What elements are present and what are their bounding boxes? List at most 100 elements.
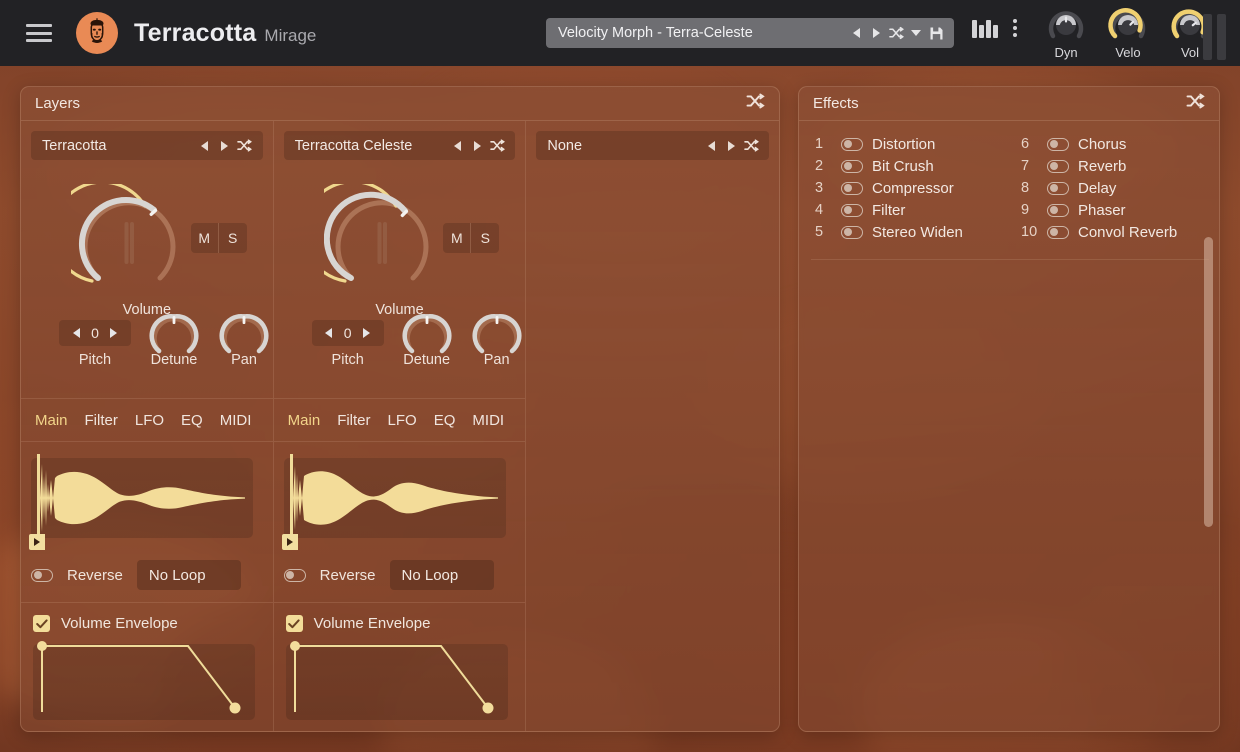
macro-knob-velo[interactable]: Velo: [1102, 4, 1154, 60]
layer-1-start-marker[interactable]: [37, 454, 40, 542]
layer-2-tab-lfo[interactable]: LFO: [388, 412, 417, 429]
preset-shuffle-icon[interactable]: [886, 22, 906, 44]
layer-1-mute-button[interactable]: M: [191, 223, 219, 253]
macro-label-velo: Velo: [1115, 45, 1140, 60]
layer-2-start-handle-icon[interactable]: [282, 534, 298, 550]
layer-1-envelope-checkbox[interactable]: [33, 615, 50, 632]
layer-2-start-marker[interactable]: [290, 454, 293, 542]
layers-shuffle-icon[interactable]: [746, 93, 765, 114]
layer-2-reverse-toggle[interactable]: [284, 569, 306, 582]
effect-2-name: Bit Crush: [872, 158, 934, 175]
preset-dropdown-icon[interactable]: [906, 22, 926, 44]
layer-2-envelope-graph[interactable]: [286, 644, 508, 720]
effect-row-convol-reverb[interactable]: 10 Convol Reverb: [1021, 221, 1203, 243]
layer-1-tab-lfo[interactable]: LFO: [135, 412, 164, 429]
effect-row-chorus[interactable]: 6 Chorus: [1021, 133, 1203, 155]
effect-row-stereo-widen[interactable]: 5 Stereo Widen: [815, 221, 997, 243]
effects-panel-title: Effects: [813, 95, 859, 112]
effect-4-number: 4: [815, 202, 832, 218]
layer-2-pitch-stepper[interactable]: 0: [312, 320, 384, 346]
preset-next-icon[interactable]: [866, 22, 886, 44]
layer-2-mute-button[interactable]: M: [443, 223, 471, 253]
layer-1-tab-eq[interactable]: EQ: [181, 412, 203, 429]
effect-2-toggle[interactable]: [841, 160, 863, 173]
keyboard-icon[interactable]: [972, 18, 998, 38]
effect-8-toggle[interactable]: [1047, 182, 1069, 195]
effect-3-toggle[interactable]: [841, 182, 863, 195]
layer-1-waveform[interactable]: [31, 458, 253, 538]
layer-3-next-icon[interactable]: [721, 135, 741, 157]
brand-subtitle: Mirage: [264, 26, 316, 46]
effect-row-reverb[interactable]: 7 Reverb: [1021, 155, 1203, 177]
layer-2-tab-filter[interactable]: Filter: [337, 412, 370, 429]
layer-1-pitch-stepper[interactable]: 0: [59, 320, 131, 346]
layer-1-solo-button[interactable]: S: [219, 223, 247, 253]
effect-5-toggle[interactable]: [841, 226, 863, 239]
layer-1-envelope-header: Volume Envelope: [33, 615, 273, 632]
effect-row-compressor[interactable]: 3 Compressor: [815, 177, 997, 199]
effect-7-toggle[interactable]: [1047, 160, 1069, 173]
layer-column-1: Terracotta: [21, 121, 274, 732]
effect-9-toggle[interactable]: [1047, 204, 1069, 217]
effects-list-body: 1 Distortion 6 Chorus 2 Bit Crush 7: [799, 121, 1219, 243]
layer-column-3: None: [526, 121, 779, 732]
layer-1-start-handle-icon[interactable]: [29, 534, 45, 550]
effects-scrollbar[interactable]: [1204, 237, 1213, 527]
layer-1-pitch-up-icon[interactable]: [104, 322, 124, 344]
layer-2-selector[interactable]: Terracotta Celeste: [284, 131, 516, 160]
layer-1-detune-label: Detune: [134, 352, 214, 368]
effect-1-toggle[interactable]: [841, 138, 863, 151]
layer-1-next-icon[interactable]: [215, 135, 235, 157]
preset-browser: Velocity Morph - Terra-Celeste: [546, 18, 954, 48]
effect-6-toggle[interactable]: [1047, 138, 1069, 151]
effects-shuffle-icon[interactable]: [1186, 93, 1205, 114]
layer-1-shuffle-icon[interactable]: [235, 135, 255, 157]
layer-2-tab-main[interactable]: Main: [288, 412, 321, 429]
layer-2-envelope-checkbox[interactable]: [286, 615, 303, 632]
preset-bar[interactable]: Velocity Morph - Terra-Celeste: [546, 18, 954, 48]
effect-row-filter[interactable]: 4 Filter: [815, 199, 997, 221]
effect-4-toggle[interactable]: [841, 204, 863, 217]
layer-2-waveform[interactable]: [284, 458, 506, 538]
macro-label-vol: Vol: [1181, 45, 1199, 60]
layer-2-volume-knob[interactable]: [324, 184, 440, 300]
effect-3-number: 3: [815, 180, 832, 196]
layer-2-next-icon[interactable]: [467, 135, 487, 157]
layer-2-volume-row: Volume M S: [274, 170, 526, 320]
layer-3-selector[interactable]: None: [536, 131, 769, 160]
layer-1-tab-midi[interactable]: MIDI: [220, 412, 252, 429]
layer-2-prev-icon[interactable]: [447, 135, 467, 157]
effect-row-phaser[interactable]: 9 Phaser: [1021, 199, 1203, 221]
effect-10-toggle[interactable]: [1047, 226, 1069, 239]
layer-1-envelope-graph[interactable]: [33, 644, 255, 720]
preset-prev-icon[interactable]: [846, 22, 866, 44]
effect-row-distortion[interactable]: 1 Distortion: [815, 133, 997, 155]
layer-1-reverse-toggle[interactable]: [31, 569, 53, 582]
hamburger-icon[interactable]: [26, 24, 52, 42]
layer-1-prev-icon[interactable]: [195, 135, 215, 157]
layer-1-tab-main[interactable]: Main: [35, 412, 68, 429]
layer-1-tab-filter[interactable]: Filter: [85, 412, 118, 429]
layer-2-pitch-up-icon[interactable]: [357, 322, 377, 344]
effect-row-bit-crush[interactable]: 2 Bit Crush: [815, 155, 997, 177]
layer-2-solo-button[interactable]: S: [471, 223, 499, 253]
effect-row-delay[interactable]: 8 Delay: [1021, 177, 1203, 199]
layer-2-pitch-down-icon[interactable]: [319, 322, 339, 344]
layer-3-shuffle-icon[interactable]: [741, 135, 761, 157]
layer-1-pitch-label: Pitch: [55, 352, 135, 368]
layer-1-loop-dropdown[interactable]: No Loop: [137, 560, 241, 590]
layer-2-tabs: Main Filter LFO EQ MIDI: [274, 398, 526, 442]
layer-3-prev-icon[interactable]: [701, 135, 721, 157]
layer-1-pitch-down-icon[interactable]: [66, 322, 86, 344]
macro-label-dyn: Dyn: [1054, 45, 1077, 60]
layer-1-volume-knob[interactable]: [71, 184, 187, 300]
layer-2-tab-midi[interactable]: MIDI: [472, 412, 504, 429]
layer-1-selector[interactable]: Terracotta: [31, 131, 263, 160]
layer-2-tab-eq[interactable]: EQ: [434, 412, 456, 429]
macro-knob-dyn[interactable]: Dyn: [1040, 4, 1092, 60]
layer-2-loop-dropdown[interactable]: No Loop: [390, 560, 494, 590]
kebab-menu-icon[interactable]: [1012, 19, 1018, 37]
layers-panel: Layers Terracotta: [20, 86, 780, 732]
layer-2-shuffle-icon[interactable]: [487, 135, 507, 157]
preset-save-icon[interactable]: [926, 22, 946, 44]
